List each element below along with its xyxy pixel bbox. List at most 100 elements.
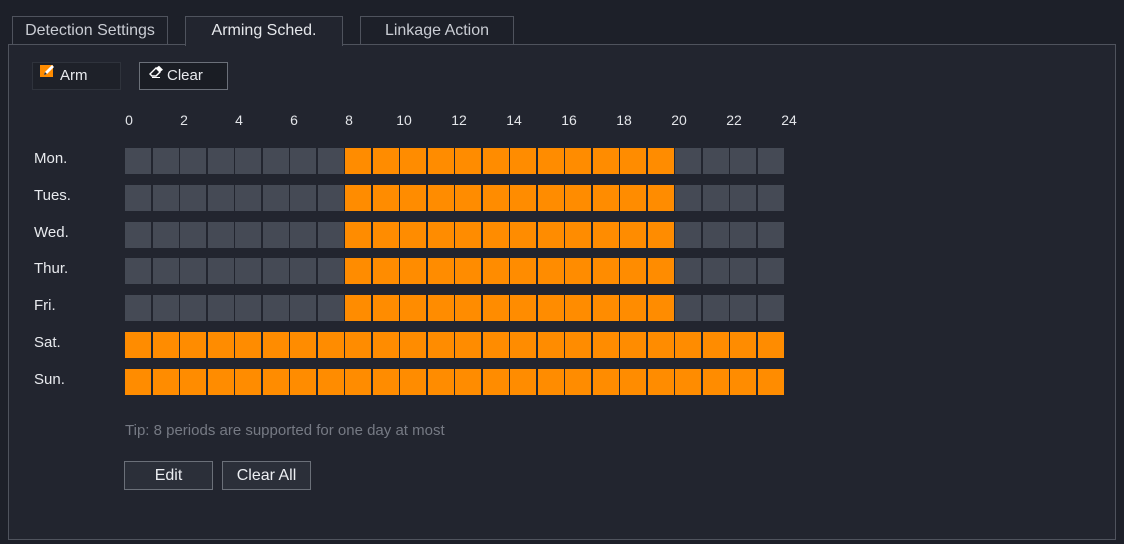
unarmed-hour-cell[interactable]	[125, 184, 151, 211]
unarmed-hour-cell[interactable]	[675, 258, 701, 285]
tab-arming-schedule[interactable]: Arming Sched.	[185, 16, 343, 46]
armed-hour-cell[interactable]	[427, 184, 454, 211]
armed-hour-cell[interactable]	[180, 368, 206, 395]
edit-button[interactable]: Edit	[124, 461, 213, 490]
unarmed-hour-cell[interactable]	[290, 221, 316, 248]
armed-hour-cell[interactable]	[757, 368, 784, 395]
unarmed-hour-cell[interactable]	[125, 295, 151, 322]
unarmed-hour-cell[interactable]	[702, 258, 729, 285]
armed-hour-cell[interactable]	[372, 184, 399, 211]
armed-hour-cell[interactable]	[317, 332, 344, 358]
armed-hour-cell[interactable]	[455, 184, 481, 211]
armed-hour-cell[interactable]	[125, 368, 151, 395]
armed-hour-cell[interactable]	[400, 368, 426, 395]
schedule-row[interactable]	[125, 148, 785, 174]
armed-hour-cell[interactable]	[317, 368, 344, 395]
armed-hour-cell[interactable]	[730, 368, 756, 395]
unarmed-hour-cell[interactable]	[290, 148, 316, 174]
unarmed-hour-cell[interactable]	[317, 295, 344, 322]
armed-hour-cell[interactable]	[647, 184, 674, 211]
schedule-row[interactable]	[125, 184, 785, 211]
unarmed-hour-cell[interactable]	[730, 148, 756, 174]
armed-hour-cell[interactable]	[400, 295, 426, 322]
armed-hour-cell[interactable]	[455, 368, 481, 395]
armed-hour-cell[interactable]	[482, 368, 509, 395]
armed-hour-cell[interactable]	[565, 295, 591, 322]
armed-hour-cell[interactable]	[482, 332, 509, 358]
unarmed-hour-cell[interactable]	[702, 295, 729, 322]
armed-hour-cell[interactable]	[592, 295, 619, 322]
armed-hour-cell[interactable]	[262, 332, 289, 358]
armed-hour-cell[interactable]	[482, 221, 509, 248]
armed-hour-cell[interactable]	[592, 184, 619, 211]
unarmed-hour-cell[interactable]	[757, 258, 784, 285]
armed-hour-cell[interactable]	[647, 368, 674, 395]
unarmed-hour-cell[interactable]	[262, 258, 289, 285]
armed-hour-cell[interactable]	[510, 368, 536, 395]
armed-hour-cell[interactable]	[345, 368, 371, 395]
unarmed-hour-cell[interactable]	[730, 184, 756, 211]
unarmed-hour-cell[interactable]	[675, 184, 701, 211]
armed-hour-cell[interactable]	[345, 295, 371, 322]
armed-hour-cell[interactable]	[675, 332, 701, 358]
unarmed-hour-cell[interactable]	[730, 295, 756, 322]
armed-hour-cell[interactable]	[592, 221, 619, 248]
armed-hour-cell[interactable]	[647, 295, 674, 322]
unarmed-hour-cell[interactable]	[317, 221, 344, 248]
unarmed-hour-cell[interactable]	[235, 184, 261, 211]
armed-hour-cell[interactable]	[125, 332, 151, 358]
unarmed-hour-cell[interactable]	[235, 221, 261, 248]
armed-hour-cell[interactable]	[565, 332, 591, 358]
unarmed-hour-cell[interactable]	[730, 221, 756, 248]
armed-hour-cell[interactable]	[620, 258, 646, 285]
armed-hour-cell[interactable]	[482, 184, 509, 211]
armed-hour-cell[interactable]	[565, 258, 591, 285]
unarmed-hour-cell[interactable]	[702, 221, 729, 248]
armed-hour-cell[interactable]	[620, 184, 646, 211]
unarmed-hour-cell[interactable]	[235, 258, 261, 285]
armed-hour-cell[interactable]	[620, 221, 646, 248]
armed-hour-cell[interactable]	[427, 258, 454, 285]
unarmed-hour-cell[interactable]	[207, 258, 234, 285]
armed-hour-cell[interactable]	[510, 258, 536, 285]
unarmed-hour-cell[interactable]	[125, 148, 151, 174]
tab-detection-settings[interactable]: Detection Settings	[12, 16, 168, 44]
unarmed-hour-cell[interactable]	[702, 148, 729, 174]
armed-hour-cell[interactable]	[345, 148, 371, 174]
schedule-row[interactable]	[125, 368, 785, 395]
armed-hour-cell[interactable]	[537, 368, 564, 395]
unarmed-hour-cell[interactable]	[207, 184, 234, 211]
armed-hour-cell[interactable]	[400, 184, 426, 211]
armed-hour-cell[interactable]	[620, 368, 646, 395]
clear-button[interactable]: Clear	[139, 62, 228, 90]
armed-hour-cell[interactable]	[730, 332, 756, 358]
armed-hour-cell[interactable]	[702, 368, 729, 395]
armed-hour-cell[interactable]	[565, 184, 591, 211]
armed-hour-cell[interactable]	[510, 295, 536, 322]
armed-hour-cell[interactable]	[647, 148, 674, 174]
armed-hour-cell[interactable]	[620, 148, 646, 174]
armed-hour-cell[interactable]	[647, 258, 674, 285]
armed-hour-cell[interactable]	[455, 295, 481, 322]
armed-hour-cell[interactable]	[152, 332, 179, 358]
armed-hour-cell[interactable]	[372, 258, 399, 285]
armed-hour-cell[interactable]	[400, 332, 426, 358]
armed-hour-cell[interactable]	[345, 332, 371, 358]
armed-hour-cell[interactable]	[455, 258, 481, 285]
unarmed-hour-cell[interactable]	[757, 184, 784, 211]
unarmed-hour-cell[interactable]	[152, 184, 179, 211]
armed-hour-cell[interactable]	[372, 148, 399, 174]
armed-hour-cell[interactable]	[372, 221, 399, 248]
unarmed-hour-cell[interactable]	[207, 221, 234, 248]
unarmed-hour-cell[interactable]	[757, 148, 784, 174]
armed-hour-cell[interactable]	[620, 332, 646, 358]
armed-hour-cell[interactable]	[400, 258, 426, 285]
unarmed-hour-cell[interactable]	[757, 295, 784, 322]
armed-hour-cell[interactable]	[537, 332, 564, 358]
armed-hour-cell[interactable]	[647, 221, 674, 248]
armed-hour-cell[interactable]	[757, 332, 784, 358]
unarmed-hour-cell[interactable]	[262, 221, 289, 248]
unarmed-hour-cell[interactable]	[207, 148, 234, 174]
armed-hour-cell[interactable]	[510, 184, 536, 211]
armed-hour-cell[interactable]	[345, 184, 371, 211]
